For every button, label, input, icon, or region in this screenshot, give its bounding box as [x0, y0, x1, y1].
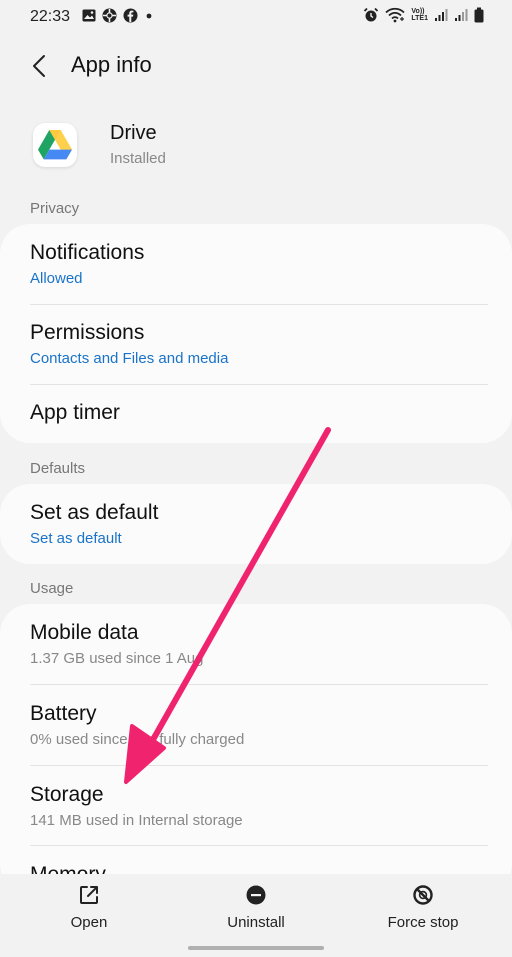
- set-as-default-row[interactable]: Set as default Set as default: [0, 484, 512, 564]
- force-stop-icon: [413, 885, 433, 905]
- dot-icon: [144, 11, 154, 21]
- game-icon: [102, 8, 117, 23]
- permissions-summary: Contacts and Files and media: [30, 350, 229, 367]
- gallery-icon: [82, 9, 96, 22]
- usage-card: Mobile data 1.37 GB used since 1 Aug Bat…: [0, 604, 512, 894]
- status-right-icons: Vo)) LTE1: [363, 7, 484, 23]
- signal-icon: [454, 8, 468, 22]
- signal-icon: [434, 8, 448, 22]
- alarm-icon: [363, 7, 379, 23]
- open-external-icon: [80, 886, 98, 904]
- uninstall-button[interactable]: Uninstall: [186, 882, 326, 938]
- battery-row[interactable]: Battery 0% used since last fully charged: [0, 685, 512, 765]
- gesture-nav-handle[interactable]: [188, 946, 324, 950]
- force-stop-button[interactable]: Force stop: [353, 882, 493, 938]
- battery-title: Battery: [30, 702, 97, 725]
- privacy-card: Notifications Allowed Permissions Contac…: [0, 224, 512, 443]
- app-icon-container: [33, 123, 77, 167]
- app-summary: Drive Installed: [0, 116, 512, 176]
- back-arrow-icon: [33, 55, 45, 77]
- status-time: 22:33: [30, 8, 71, 25]
- section-header-defaults: Defaults: [30, 460, 86, 477]
- app-timer-title: App timer: [30, 401, 120, 424]
- volte-bottom-label: LTE1: [411, 15, 428, 22]
- facebook-icon: [123, 8, 138, 23]
- app-timer-row[interactable]: App timer: [0, 385, 512, 443]
- google-drive-icon: [38, 130, 72, 160]
- battery-icon: [474, 7, 484, 23]
- storage-usage: 141 MB used in Internal storage: [30, 812, 243, 829]
- defaults-card: Set as default Set as default: [0, 484, 512, 564]
- app-name: Drive: [110, 122, 157, 144]
- storage-row[interactable]: Storage 141 MB used in Internal storage: [0, 766, 512, 846]
- section-header-privacy: Privacy: [30, 200, 80, 217]
- storage-title: Storage: [30, 783, 104, 806]
- volte-icon: Vo)) LTE1: [411, 8, 428, 22]
- open-button[interactable]: Open: [19, 882, 159, 938]
- uninstall-icon: [246, 885, 266, 905]
- notifications-title: Notifications: [30, 241, 145, 264]
- permissions-title: Permissions: [30, 321, 145, 344]
- force-stop-label: Force stop: [387, 914, 459, 931]
- set-as-default-title: Set as default: [30, 501, 159, 524]
- mobile-data-usage: 1.37 GB used since 1 Aug: [30, 650, 204, 667]
- page-title: App info: [71, 52, 152, 77]
- app-install-status: Installed: [110, 150, 166, 167]
- bottom-action-bar: Open Uninstall Force stop: [0, 874, 512, 957]
- status-bar: 22:33 Vo)) LTE1: [0, 0, 512, 34]
- volte-top-label: Vo)): [411, 8, 425, 15]
- notifications-row[interactable]: Notifications Allowed: [0, 224, 512, 304]
- app-bar: App info: [0, 44, 512, 88]
- permissions-row[interactable]: Permissions Contacts and Files and media: [0, 305, 512, 385]
- mobile-data-title: Mobile data: [30, 621, 139, 644]
- wifi-icon: [385, 7, 406, 23]
- battery-usage: 0% used since last fully charged: [30, 731, 245, 748]
- uninstall-label: Uninstall: [227, 914, 285, 931]
- status-left-icons: [82, 8, 154, 23]
- back-button[interactable]: [24, 52, 54, 80]
- open-label: Open: [70, 914, 108, 931]
- set-as-default-status: Set as default: [30, 530, 122, 547]
- mobile-data-row[interactable]: Mobile data 1.37 GB used since 1 Aug: [0, 604, 512, 684]
- notifications-status: Allowed: [30, 270, 83, 287]
- section-header-usage: Usage: [30, 580, 74, 597]
